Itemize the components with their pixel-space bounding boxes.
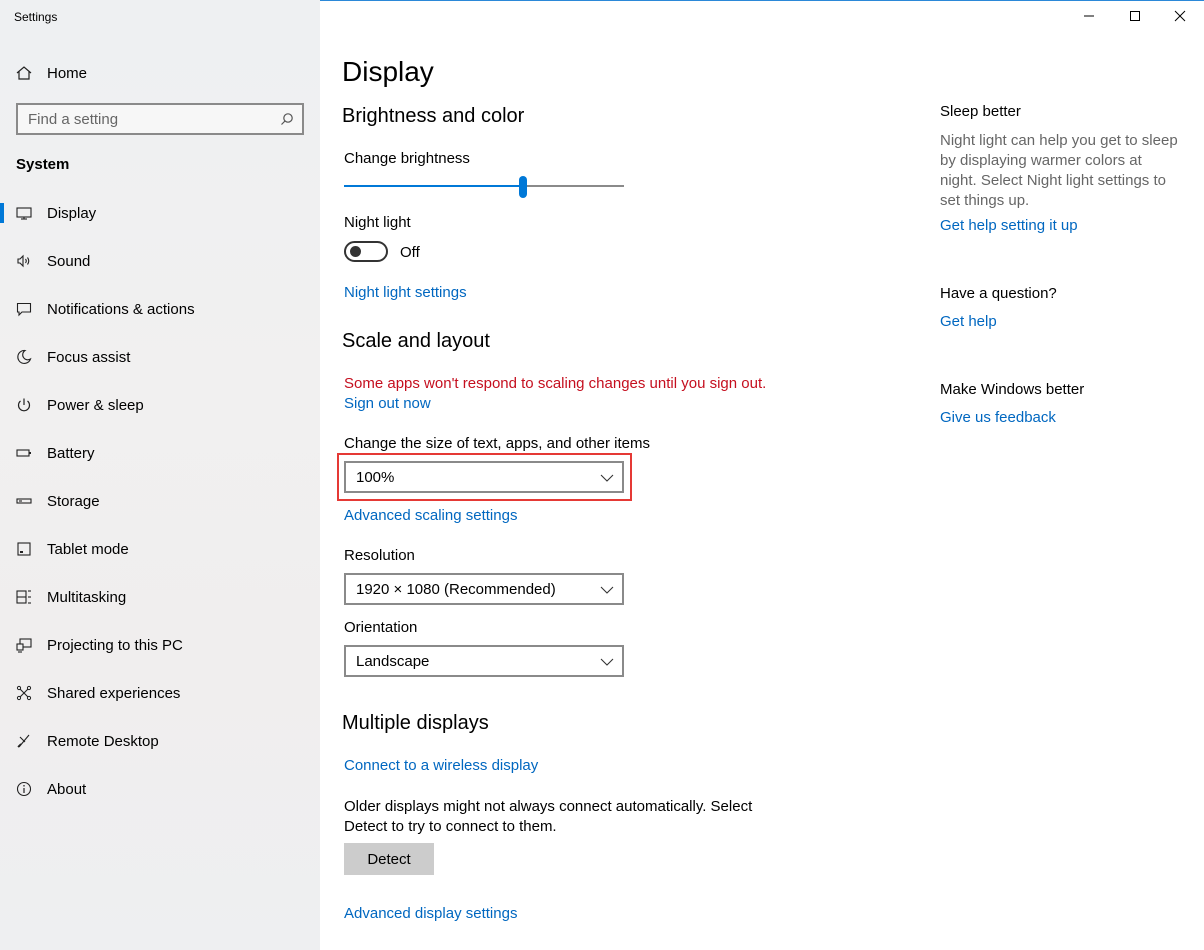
chevron-down-icon (600, 583, 614, 600)
minimize-button[interactable] (1079, 6, 1099, 26)
night-light-label: Night light (344, 214, 411, 231)
sleep-better-text: Night light can help you get to sleep by… (940, 132, 1178, 209)
advanced-display-link[interactable]: Advanced display settings (344, 905, 517, 922)
sidebar-item-label: Shared experiences (47, 684, 181, 702)
section-system: System (16, 156, 70, 173)
detect-description: Older displays might not always connect … (344, 798, 753, 835)
home-nav-item[interactable]: Home (16, 62, 87, 84)
sidebar-item-power-sleep[interactable]: Power & sleep (0, 385, 320, 425)
speaker-icon (16, 253, 47, 269)
sidebar-item-about[interactable]: About (0, 769, 320, 809)
sidebar-item-sound[interactable]: Sound (0, 241, 320, 281)
chevron-down-icon (600, 471, 614, 488)
home-icon (16, 65, 47, 81)
sleep-better-heading: Sleep better (940, 103, 1021, 120)
brightness-label: Change brightness (344, 150, 470, 167)
info-icon (16, 781, 47, 797)
sidebar-item-label: Projecting to this PC (47, 636, 183, 654)
get-help-link[interactable]: Get help (940, 313, 997, 330)
sidebar-item-focus-assist[interactable]: Focus assist (0, 337, 320, 377)
feedback-link[interactable]: Give us feedback (940, 409, 1056, 426)
sidebar: Settings Home Find a setting System Disp… (0, 0, 320, 950)
projecting-icon (16, 637, 47, 653)
advanced-scaling-link[interactable]: Advanced scaling settings (344, 507, 517, 524)
app-title: Settings (14, 10, 58, 24)
multitasking-icon (16, 589, 47, 605)
storage-icon (16, 493, 47, 509)
scaling-warning: Some apps won't respond to scaling chang… (344, 375, 767, 392)
orientation-label: Orientation (344, 619, 418, 636)
night-light-state: Off (400, 244, 420, 261)
close-icon (1174, 10, 1186, 22)
sidebar-item-storage[interactable]: Storage (0, 481, 320, 521)
question-heading: Have a question? (940, 285, 1057, 302)
battery-icon (16, 445, 47, 461)
notification-icon (16, 301, 47, 317)
sleep-help-link[interactable]: Get help setting it up (940, 217, 1078, 234)
night-light-settings-link[interactable]: Night light settings (344, 284, 467, 301)
shared-icon (16, 685, 47, 701)
wireless-display-link[interactable]: Connect to a wireless display (344, 757, 538, 774)
tablet-icon (16, 541, 47, 557)
sidebar-item-projecting[interactable]: Projecting to this PC (0, 625, 320, 665)
scale-size-label: Change the size of text, apps, and other… (344, 435, 651, 452)
sidebar-item-label: Sound (47, 252, 91, 270)
multiple-displays-heading: Multiple displays (342, 712, 489, 734)
power-icon (16, 397, 47, 413)
sidebar-item-notifications[interactable]: Notifications & actions (0, 289, 320, 329)
slider-fill (344, 185, 523, 187)
sidebar-item-label: About (47, 780, 87, 798)
search-input[interactable]: Find a setting (16, 103, 304, 135)
orientation-dropdown[interactable]: Landscape (344, 645, 624, 677)
remote-icon (16, 733, 47, 749)
brightness-heading: Brightness and color (342, 105, 525, 127)
monitor-icon (16, 205, 47, 221)
sidebar-item-label: Tablet mode (47, 540, 129, 558)
sidebar-item-multitasking[interactable]: Multitasking (0, 577, 320, 617)
slider-thumb[interactable] (519, 176, 527, 198)
moon-icon (16, 349, 47, 365)
sidebar-item-label: Power & sleep (47, 396, 144, 414)
resolution-value: 1920 × 1080 (Recommended) (356, 580, 556, 598)
scale-value: 100% (356, 468, 395, 486)
sidebar-item-display[interactable]: Display (0, 193, 320, 233)
sidebar-item-battery[interactable]: Battery (0, 433, 320, 473)
maximize-button[interactable] (1125, 6, 1145, 26)
orientation-value: Landscape (356, 652, 430, 670)
search-placeholder: Find a setting (28, 110, 119, 128)
sidebar-item-label: Battery (47, 444, 95, 462)
sidebar-item-label: Remote Desktop (47, 732, 159, 750)
sidebar-item-label: Multitasking (47, 588, 127, 606)
sidebar-item-remote-desktop[interactable]: Remote Desktop (0, 721, 320, 761)
page-title: Display (342, 56, 434, 87)
sidebar-item-label: Storage (47, 492, 100, 510)
toggle-knob (350, 246, 361, 257)
maximize-icon (1130, 11, 1140, 21)
scale-heading: Scale and layout (342, 330, 490, 352)
feedback-heading: Make Windows better (940, 381, 1085, 398)
minimize-icon (1084, 15, 1094, 17)
sidebar-item-tablet-mode[interactable]: Tablet mode (0, 529, 320, 569)
sidebar-item-shared-experiences[interactable]: Shared experiences (0, 673, 320, 713)
resolution-label: Resolution (344, 547, 415, 564)
sidebar-item-label: Focus assist (47, 348, 131, 366)
home-label: Home (47, 64, 88, 82)
sidebar-item-label: Notifications & actions (47, 300, 195, 318)
sidebar-item-label: Display (47, 204, 97, 222)
scale-dropdown[interactable]: 100% (344, 461, 624, 493)
brightness-slider[interactable] (344, 176, 624, 198)
resolution-dropdown[interactable]: 1920 × 1080 (Recommended) (344, 573, 624, 605)
close-button[interactable] (1170, 6, 1190, 26)
detect-button[interactable]: Detect (344, 843, 434, 875)
chevron-down-icon (600, 655, 614, 672)
sign-out-link[interactable]: Sign out now (344, 395, 431, 412)
search-icon (280, 112, 294, 130)
night-light-toggle[interactable] (344, 241, 388, 262)
